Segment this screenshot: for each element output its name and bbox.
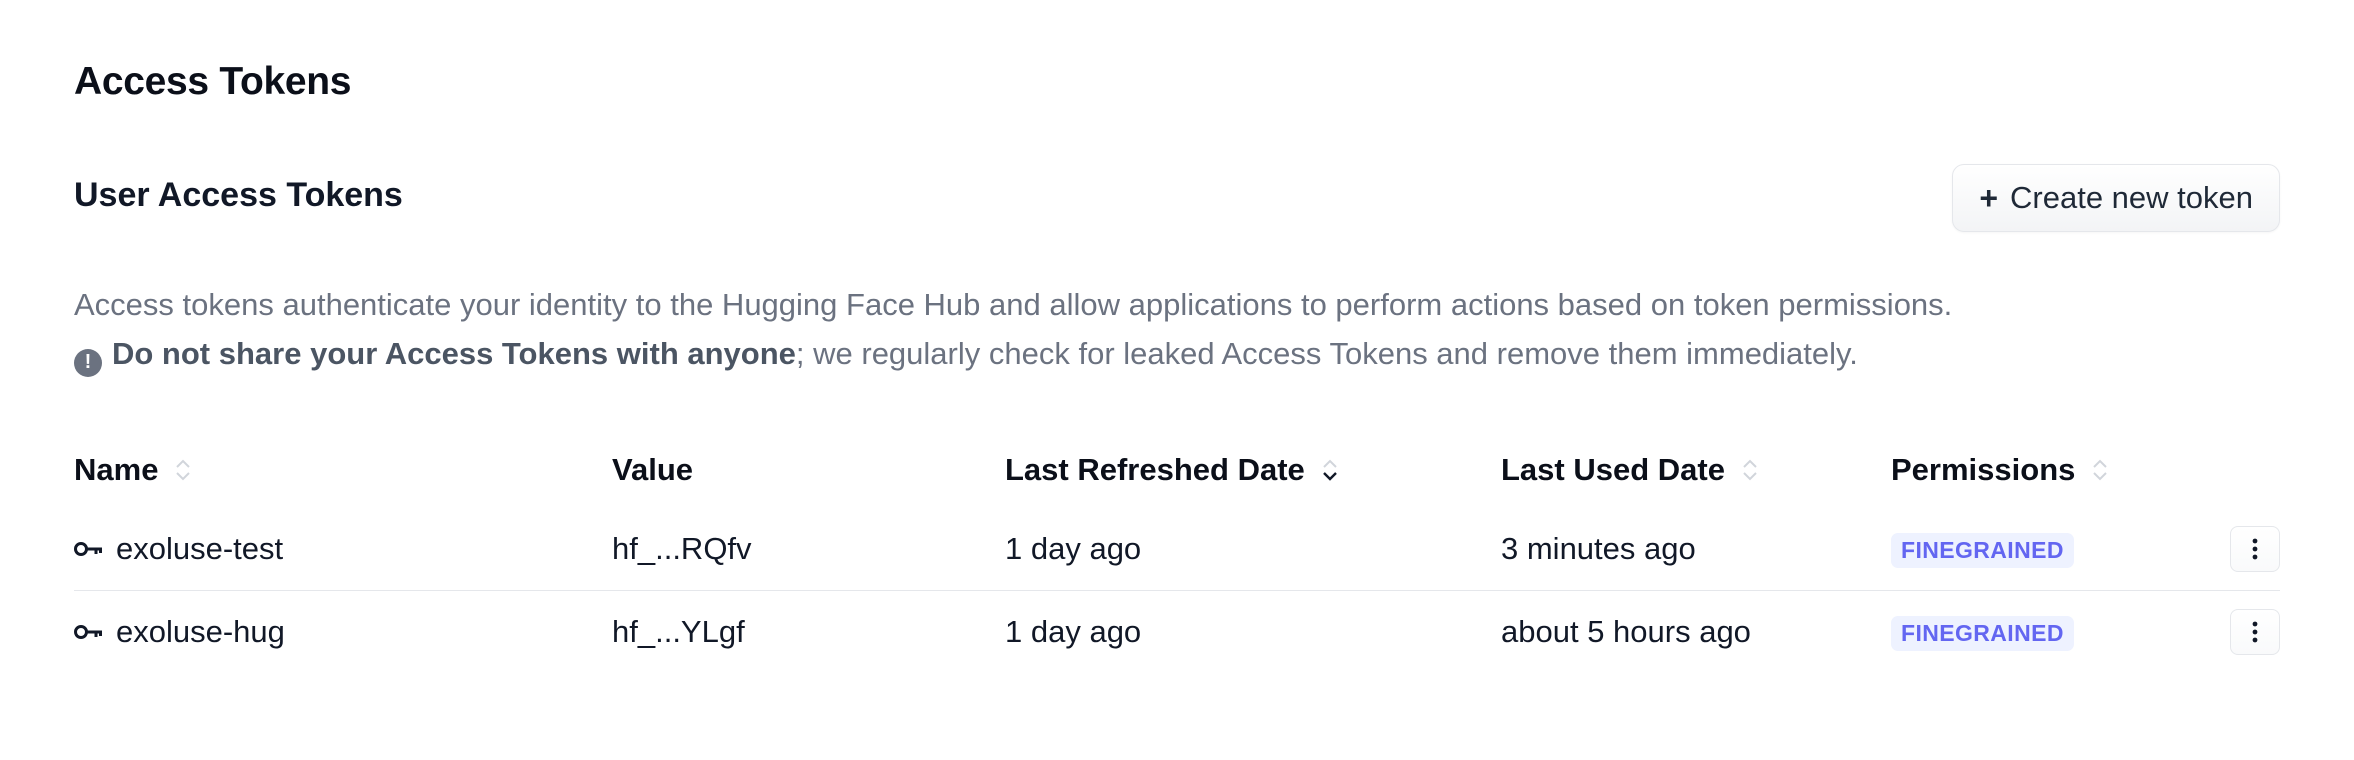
key-icon [74, 624, 102, 639]
sort-desc-icon [1322, 459, 1337, 481]
column-header-permissions[interactable]: Permissions [1891, 452, 2221, 488]
description-line: Access tokens authenticate your identity… [74, 287, 1953, 322]
actions-cell [2221, 608, 2280, 655]
column-header-label: Last Used Date [1501, 452, 1725, 487]
warning-line: ! Do not share your Access Tokens with an… [74, 329, 1952, 378]
tokens-table: Name Value Last Refreshed Date Last Used… [74, 436, 2280, 672]
table-row: exoluse-hug hf_...YLgf 1 day ago about 5… [74, 590, 2280, 672]
warning-bold-suffix: with anyone [608, 336, 796, 371]
permission-cell: FINEGRAINED [1891, 530, 2221, 568]
create-new-token-button[interactable]: + Create new token [1952, 164, 2280, 232]
description: Access tokens authenticate your identity… [74, 280, 1952, 378]
warning-bold-tokens: Access Tokens [384, 336, 609, 371]
warning-rest: ; we regularly check for leaked Access T… [795, 336, 1858, 371]
access-tokens-page: Access Tokens User Access Tokens + Creat… [0, 0, 2354, 760]
column-header-label: Last Refreshed Date [1005, 452, 1305, 487]
column-header-last-used[interactable]: Last Used Date [1501, 452, 1891, 488]
more-options-button[interactable] [2230, 526, 2280, 572]
permission-cell: FINEGRAINED [1891, 613, 2221, 651]
more-vertical-icon [2252, 538, 2258, 560]
token-name-cell: exoluse-test [74, 531, 612, 567]
plus-icon: + [1979, 179, 1999, 216]
token-value: hf_...YLgf [612, 613, 745, 649]
more-vertical-icon [2252, 621, 2258, 642]
token-last-used: about 5 hours ago [1501, 613, 1751, 649]
table-header: Name Value Last Refreshed Date Last Used… [74, 436, 2280, 504]
column-header-last-refreshed[interactable]: Last Refreshed Date [1005, 452, 1501, 488]
column-header-name[interactable]: Name [74, 452, 612, 488]
table-body: exoluse-test hf_...RQfv 1 day ago 3 minu… [74, 508, 2280, 672]
more-options-button[interactable] [2230, 608, 2280, 655]
sort-icon [1743, 459, 1757, 481]
column-header-value: Value [612, 452, 1005, 488]
token-last-used: 3 minutes ago [1501, 531, 1696, 566]
warning-prefix: Do not share your [112, 336, 385, 371]
section-title: User Access Tokens [74, 176, 403, 214]
permission-badge: FINEGRAINED [1891, 615, 2074, 651]
exclamation-circle-icon: ! [74, 348, 102, 377]
table-row: exoluse-test hf_...RQfv 1 day ago 3 minu… [74, 508, 2280, 590]
actions-cell [2221, 526, 2280, 572]
column-header-label: Permissions [1891, 452, 2076, 487]
token-last-refreshed: 1 day ago [1005, 531, 1142, 566]
permission-badge: FINEGRAINED [1891, 533, 2074, 568]
column-header-label: Name [74, 452, 159, 487]
token-value: hf_...RQfv [612, 531, 752, 566]
key-icon [74, 542, 102, 556]
token-last-refreshed: 1 day ago [1005, 613, 1142, 649]
token-name-cell: exoluse-hug [74, 614, 612, 650]
column-header-label: Value [612, 452, 693, 487]
sort-icon [2093, 459, 2108, 481]
create-new-token-label: Create new token [2010, 180, 2253, 215]
token-name: exoluse-test [116, 531, 284, 566]
sort-icon [176, 459, 191, 481]
page-title: Access Tokens [74, 60, 352, 103]
token-name: exoluse-hug [116, 613, 285, 649]
